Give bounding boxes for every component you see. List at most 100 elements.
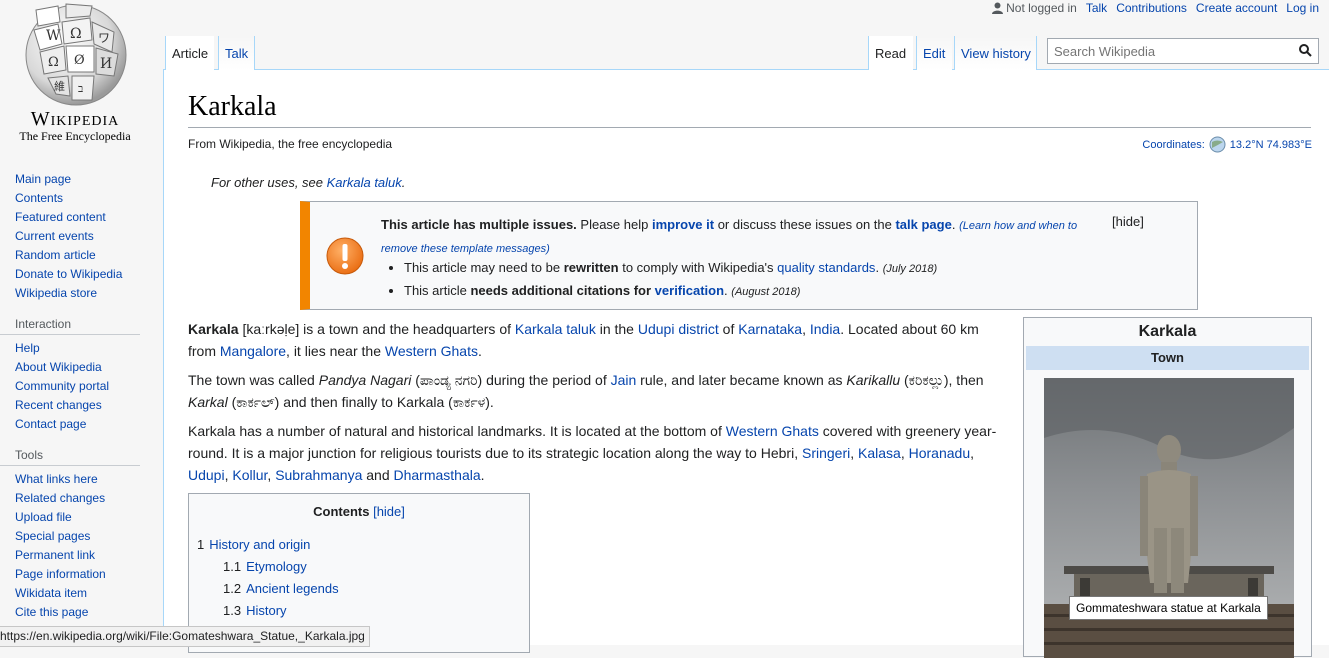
mangalore-link[interactable]: Mangalore bbox=[220, 343, 286, 359]
udupi-district-link[interactable]: Udupi district bbox=[638, 321, 719, 337]
sidebar-item-about-wikipedia[interactable]: About Wikipedia bbox=[0, 358, 160, 377]
subrahmanya-link[interactable]: Subrahmanya bbox=[275, 467, 362, 483]
sidebar-item-contact-page[interactable]: Contact page bbox=[0, 415, 160, 434]
kalasa-link[interactable]: Kalasa bbox=[858, 445, 901, 461]
issue-item: This article may need to be rewritten to… bbox=[404, 257, 937, 280]
p3-text: . bbox=[480, 467, 485, 483]
verification-link[interactable]: verification bbox=[655, 283, 724, 298]
sidebar-item-main-page[interactable]: Main page bbox=[0, 170, 160, 189]
quality-standards-link[interactable]: quality standards bbox=[777, 260, 875, 275]
udupi-link[interactable]: Udupi bbox=[188, 467, 225, 483]
toc-item[interactable]: 1.3 History bbox=[223, 602, 287, 620]
coordinates-value[interactable]: 13.2°N 74.983°E bbox=[1230, 139, 1312, 151]
wikipedia-tagline: The Free Encyclopedia bbox=[19, 129, 131, 143]
search-input[interactable] bbox=[1048, 39, 1300, 63]
issues-text-2: or discuss these issues on the bbox=[714, 217, 896, 232]
toc-item-link[interactable]: Ancient legends bbox=[246, 581, 339, 596]
sidebar-item-help[interactable]: Help bbox=[0, 339, 160, 358]
sidebar-item-contents[interactable]: Contents bbox=[0, 189, 160, 208]
p1-text: . bbox=[478, 343, 482, 359]
toc-item-link[interactable]: History bbox=[246, 603, 286, 618]
p2-text: (ಪಾಂಡ್ಯ ನಗರಿ) during the period of bbox=[411, 372, 611, 388]
sidebar-item-featured-content[interactable]: Featured content bbox=[0, 208, 160, 227]
toc-hide-toggle[interactable]: [hide] bbox=[373, 504, 405, 519]
horanadu-link[interactable]: Horanadu bbox=[909, 445, 971, 461]
paragraph-intro: Karkala [kaːrkəḷe] is a town and the hea… bbox=[188, 318, 1000, 362]
tab-edit[interactable]: Edit bbox=[916, 36, 952, 70]
toc-item[interactable]: 1.2 Ancient legends bbox=[223, 580, 339, 598]
sidebar-item-permanent-link[interactable]: Permanent link bbox=[0, 546, 160, 565]
tab-view-history[interactable]: View history bbox=[954, 36, 1037, 70]
sidebar-item-wikidata-item[interactable]: Wikidata item bbox=[0, 584, 160, 603]
tools-heading: Tools bbox=[0, 448, 140, 466]
site-sub: From Wikipedia, the free encyclopedia bbox=[188, 137, 393, 151]
dharmasthala-link[interactable]: Dharmasthala bbox=[394, 467, 481, 483]
svg-text:W: W bbox=[46, 28, 61, 44]
sidebar-item-cite-this-page[interactable]: Cite this page bbox=[0, 603, 160, 622]
tab-talk[interactable]: Talk bbox=[218, 36, 255, 70]
p2-text: rule, and later became known as bbox=[636, 372, 847, 388]
sidebar-main-portal: Main page Contents Featured content Current… bbox=[0, 170, 160, 303]
sidebar-item-random-article[interactable]: Random article bbox=[0, 246, 160, 265]
svg-text:И: И bbox=[100, 56, 112, 72]
sidebar-item-upload-file[interactable]: Upload file bbox=[0, 508, 160, 527]
issue1-date: (July 2018) bbox=[882, 263, 938, 275]
create-account-link[interactable]: Create account bbox=[1196, 1, 1277, 15]
p2-italic: Karkal bbox=[188, 394, 228, 410]
search-icon[interactable] bbox=[1299, 44, 1312, 57]
wikipedia-logo[interactable]: W Ω ワ Ω Ø И 維 ב Wikipedia The Free Encyc… bbox=[0, 0, 160, 160]
svg-text:Ø: Ø bbox=[74, 53, 85, 68]
hatnote-link[interactable]: Karkala taluk bbox=[327, 175, 402, 190]
issues-hide-toggle[interactable]: [hide] bbox=[1112, 214, 1144, 229]
issues-text-1: Please help bbox=[576, 217, 652, 232]
jain-link[interactable]: Jain bbox=[611, 372, 637, 388]
toc-item-number: 1.3 bbox=[223, 603, 242, 618]
image-tooltip: Gommateshwara statue at Karkala bbox=[1069, 596, 1268, 620]
sidebar-interaction-portal: Help About Wikipedia Community portal Recen… bbox=[0, 339, 160, 434]
issue1-text-a: This article may need to be bbox=[404, 260, 564, 275]
coordinates: Coordinates: 13.2°N 74.983°E bbox=[1142, 136, 1312, 153]
karkala-taluk-link[interactable]: Karkala taluk bbox=[515, 321, 596, 337]
tab-talk-label: Talk bbox=[225, 46, 249, 61]
p1-text: , it lies near the bbox=[286, 343, 385, 359]
sidebar-item-community-portal[interactable]: Community portal bbox=[0, 377, 160, 396]
coordinates-label[interactable]: Coordinates: bbox=[1142, 139, 1204, 151]
toc-item-link[interactable]: History and origin bbox=[209, 537, 310, 552]
issues-hide-label: [hide] bbox=[1112, 214, 1144, 229]
tab-read[interactable]: Read bbox=[868, 36, 913, 70]
hatnote-punct: . bbox=[401, 175, 406, 190]
sidebar-item-recent-changes[interactable]: Recent changes bbox=[0, 396, 160, 415]
sidebar-item-related-changes[interactable]: Related changes bbox=[0, 489, 160, 508]
sidebar-item-wikipedia-store[interactable]: Wikipedia store bbox=[0, 284, 160, 303]
western-ghats-link[interactable]: Western Ghats bbox=[726, 423, 819, 439]
browser-status-bar: https://en.wikipedia.org/wiki/File:Gomat… bbox=[0, 626, 370, 647]
karnataka-link[interactable]: Karnataka bbox=[738, 321, 802, 337]
sidebar-item-special-pages[interactable]: Special pages bbox=[0, 527, 160, 546]
sidebar-item-donate-to-wikipedia[interactable]: Donate to Wikipedia bbox=[0, 265, 160, 284]
talk-page-link[interactable]: talk page bbox=[895, 217, 951, 232]
contributions-link[interactable]: Contributions bbox=[1116, 1, 1187, 15]
issues-heading: This article has multiple issues. Please… bbox=[381, 214, 1101, 260]
personal-talk-link[interactable]: Talk bbox=[1086, 1, 1107, 15]
sidebar-item-current-events[interactable]: Current events bbox=[0, 227, 160, 246]
globe-icon[interactable] bbox=[1209, 136, 1226, 153]
improve-link[interactable]: improve it bbox=[652, 217, 714, 232]
toc-item-link[interactable]: Etymology bbox=[246, 559, 307, 574]
log-in-link[interactable]: Log in bbox=[1286, 1, 1319, 15]
sringeri-link[interactable]: Sringeri bbox=[802, 445, 850, 461]
toc-item-number: 1.2 bbox=[223, 581, 242, 596]
toc-item[interactable]: 1 History and origin bbox=[197, 536, 310, 554]
tab-read-label: Read bbox=[875, 46, 907, 61]
tab-view-history-label: View history bbox=[961, 46, 1031, 61]
warning-icon bbox=[326, 237, 364, 275]
sidebar-item-what-links-here[interactable]: What links here bbox=[0, 470, 160, 489]
issue1-text-c: to comply with Wikipedia's bbox=[618, 260, 778, 275]
western-ghats-link[interactable]: Western Ghats bbox=[385, 343, 478, 359]
hatnote-text: For other uses, see bbox=[211, 175, 327, 190]
tab-article[interactable]: Article bbox=[165, 36, 214, 70]
sidebar-item-page-information[interactable]: Page information bbox=[0, 565, 160, 584]
india-link[interactable]: India bbox=[810, 321, 840, 337]
kollur-link[interactable]: Kollur bbox=[232, 467, 267, 483]
toc-item[interactable]: 1.1 Etymology bbox=[223, 558, 307, 576]
svg-text:ワ: ワ bbox=[98, 31, 110, 45]
